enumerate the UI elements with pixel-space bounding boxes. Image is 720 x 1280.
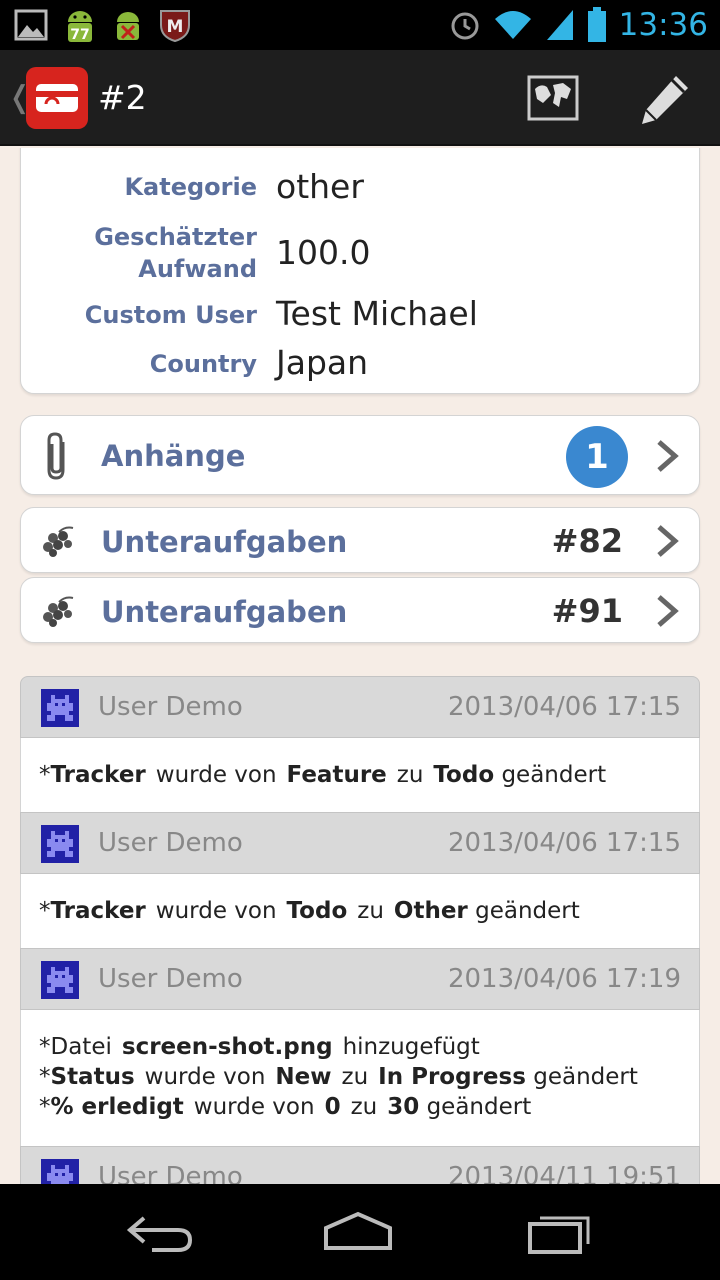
subtask-row[interactable]: Unteraufgaben #91 xyxy=(20,577,700,643)
property-label: Kategorie xyxy=(124,173,257,201)
edit-icon[interactable] xyxy=(636,70,694,128)
subtask-label: Unteraufgaben xyxy=(101,595,348,629)
wifi-icon xyxy=(494,11,531,39)
properties-card: Kategorie other Geschätzter Aufwand 100.… xyxy=(20,148,700,394)
attachments-count-badge: 1 xyxy=(566,426,628,488)
journal-body: *Tracker wurde von Todo zu Other geändert xyxy=(20,874,700,948)
journal-date: 2013/04/06 17:19 xyxy=(447,964,681,994)
paperclip-icon xyxy=(47,432,65,480)
property-value: other xyxy=(276,167,364,206)
avatar xyxy=(41,825,79,863)
update-count: 77 xyxy=(70,27,89,43)
system-indicators: 13:36 xyxy=(449,0,708,50)
property-value: Test Michael xyxy=(276,294,478,333)
subtask-row[interactable]: Unteraufgaben #82 xyxy=(20,507,700,573)
journal-header: User Demo 2013/04/06 17:15 xyxy=(20,676,700,738)
journal-date: 2013/04/06 17:15 xyxy=(447,692,681,722)
journal-change: *Tracker wurde von Feature zu Todo geändert xyxy=(39,762,607,788)
android-update-icon: 77 xyxy=(68,11,92,43)
property-value: 100.0 xyxy=(276,233,371,272)
status-bar: 77 M 13:36 xyxy=(0,0,720,50)
subtask-label: Unteraufgaben xyxy=(101,525,348,559)
journal-change: *Status wurde von New zu In Progress geänder… xyxy=(39,1064,638,1090)
journal-list: User Demo 2013/04/06 17:15 *Tracker wurde… xyxy=(20,676,700,1184)
chevron-right-icon xyxy=(657,440,679,472)
journal-user: User Demo xyxy=(98,1162,243,1184)
journal-change: *Tracker wurde von Todo zu Other geändert xyxy=(39,898,580,924)
avatar xyxy=(41,1159,79,1184)
mcafee-letter: M xyxy=(167,17,184,37)
gallery-icon xyxy=(14,9,48,41)
android-blocked-icon xyxy=(117,12,139,40)
app-icon[interactable] xyxy=(26,67,88,129)
action-bar: ❬ #2 xyxy=(0,50,720,146)
journal-user: User Demo xyxy=(98,828,243,858)
signal-icon xyxy=(546,10,573,40)
attachments-row[interactable]: Anhänge 1 xyxy=(20,415,700,495)
journal-change: *% erledigt wurde von 0 zu 30 geändert xyxy=(39,1094,532,1120)
journal-change: *Datei screen-shot.png hinzugefügt xyxy=(39,1034,480,1060)
subtask-ref: #91 xyxy=(551,592,623,630)
property-value: Japan xyxy=(276,343,369,382)
clock: 13:36 xyxy=(618,7,708,43)
chevron-right-icon xyxy=(657,525,679,557)
issue-detail-scroll[interactable]: Kategorie other Geschätzter Aufwand 100.… xyxy=(0,148,720,1184)
map-icon[interactable] xyxy=(527,73,579,123)
grapes-icon xyxy=(43,596,74,627)
mcafee-icon: M xyxy=(160,10,190,43)
page-title: #2 xyxy=(98,78,147,117)
avatar xyxy=(41,689,79,727)
ticket-icon xyxy=(36,84,78,112)
journal-date: 2013/04/06 17:15 xyxy=(447,828,681,858)
journal-date: 2013/04/11 19:51 xyxy=(447,1162,681,1184)
property-label: Custom User xyxy=(84,301,257,329)
avatar xyxy=(41,961,79,999)
back-icon[interactable] xyxy=(124,1208,196,1256)
journal-body: *Tracker wurde von Feature zu Todo geändert xyxy=(20,738,700,812)
journal-body: *Datei screen-shot.png hinzugefügt *Status… xyxy=(20,1010,700,1146)
subtask-ref: #82 xyxy=(551,522,623,560)
journal-user: User Demo xyxy=(98,964,243,994)
attachments-label: Anhänge xyxy=(101,439,246,473)
notification-icons: 77 M xyxy=(14,6,192,44)
journal-header: User Demo 2013/04/06 17:15 xyxy=(20,812,700,874)
chevron-right-icon xyxy=(657,595,679,627)
navigation-bar xyxy=(0,1184,720,1280)
battery-icon xyxy=(587,7,606,42)
journal-user: User Demo xyxy=(98,692,243,722)
recent-apps-icon[interactable] xyxy=(524,1208,596,1256)
journal-header: User Demo 2013/04/11 19:51 xyxy=(20,1146,700,1184)
alarm-icon xyxy=(451,12,479,40)
property-label: Geschätzter Aufwand xyxy=(94,223,257,283)
journal-header: User Demo 2013/04/06 17:19 xyxy=(20,948,700,1010)
home-icon[interactable] xyxy=(322,1208,394,1256)
grapes-icon xyxy=(43,526,74,557)
property-label: Country xyxy=(149,350,257,378)
